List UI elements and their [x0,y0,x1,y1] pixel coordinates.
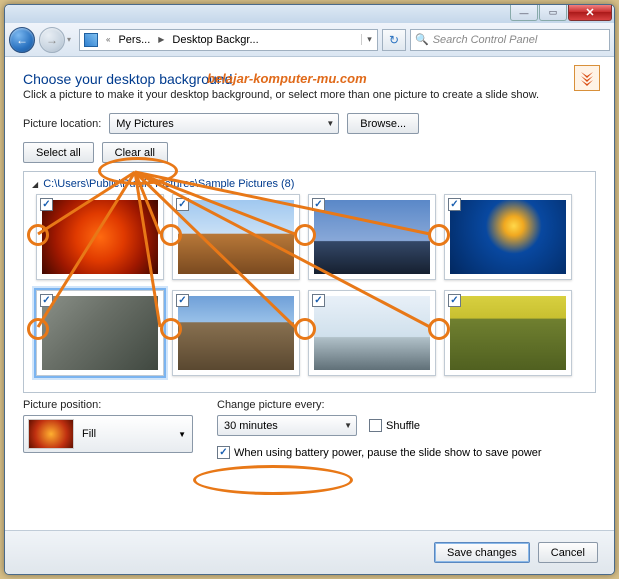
thumbnail-image [314,296,430,370]
nav-forward-button[interactable]: → [39,27,65,53]
chevron-right-icon: ▶ [154,30,168,50]
footer: Save changes Cancel [5,530,614,574]
annotation-ellipse [193,465,353,495]
breadcrumb-2[interactable]: Desktop Backgr... [168,30,262,50]
refresh-button[interactable]: ↻ [382,29,406,51]
minimize-button[interactable]: — [510,5,538,21]
dropdown-arrow-icon: ▼ [178,430,186,439]
address-dropdown-icon[interactable]: ▾ [361,34,377,45]
thumbnail-image [42,296,158,370]
cancel-button[interactable]: Cancel [538,542,598,563]
thumbnail-checkbox[interactable]: ✓ [448,294,461,307]
search-icon: 🔍 [415,33,429,46]
picture-thumbnail-jelly[interactable]: ✓ [444,194,572,280]
nav-back-button[interactable]: ← [9,27,35,53]
arrow-right-icon: → [46,33,58,47]
picture-thumbnail-penguins[interactable]: ✓ [308,290,436,376]
change-interval-dropdown[interactable]: 30 minutes ▼ [217,415,357,436]
annotation-circle [160,318,182,340]
shuffle-label: Shuffle [386,420,420,432]
picture-thumbnail-lighthouse[interactable]: ✓ [308,194,436,280]
thumbnail-checkbox[interactable]: ✓ [448,198,461,211]
picture-thumbnail-desert[interactable]: ✓ [172,194,300,280]
annotation-circle [27,318,49,340]
annotation-circle [294,318,316,340]
save-changes-button[interactable]: Save changes [434,542,530,563]
search-input[interactable]: 🔍 Search Control Panel [410,29,610,51]
picture-position-value: Fill [82,428,96,440]
dropdown-arrow-icon: ▼ [344,421,352,430]
annotation-circle [27,224,49,246]
search-placeholder: Search Control Panel [433,34,538,46]
thumbnail-image [178,200,294,274]
picture-location-value: My Pictures [116,118,173,130]
maximize-button[interactable]: ▭ [539,5,567,21]
location-label: Picture location: [23,118,101,130]
change-every-label: Change picture every: [217,399,596,411]
thumbnail-checkbox[interactable]: ✓ [176,294,189,307]
thumbnail-checkbox[interactable]: ✓ [176,198,189,211]
change-interval-value: 30 minutes [224,420,278,432]
checkbox-icon: ✓ [217,446,230,459]
position-preview-icon [28,419,74,449]
thumbnail-checkbox[interactable]: ✓ [312,294,325,307]
collapse-triangle-icon[interactable]: ◢ [32,180,38,189]
navbar: ← → ▾ « Pers... ▶ Desktop Backgr... ▾ ↻ … [5,23,614,57]
thumbnail-image [42,200,158,274]
thumbnail-checkbox[interactable]: ✓ [40,198,53,211]
picture-position-dropdown[interactable]: Fill ▼ [23,415,193,453]
annotation-circle [294,224,316,246]
annotation-circle [160,224,182,246]
picture-thumbnail-flower[interactable]: ✓ [36,194,164,280]
shuffle-checkbox[interactable]: Shuffle [369,419,420,432]
annotation-ellipse [98,157,178,185]
close-button[interactable]: ✕ [568,5,612,21]
titlebar: — ▭ ✕ [5,5,614,23]
picture-thumbnail-tulips[interactable]: ✓ [444,290,572,376]
select-all-button[interactable]: Select all [23,142,94,163]
thumbnail-image [450,296,566,370]
breadcrumb-1[interactable]: Pers... [114,30,154,50]
thumbnail-checkbox[interactable]: ✓ [40,294,53,307]
battery-label: When using battery power, pause the slid… [234,447,542,459]
battery-checkbox[interactable]: ✓ When using battery power, pause the sl… [217,446,596,459]
content: belajar-komputer-mu.com Choose your desk… [5,57,614,530]
location-icon [84,33,98,47]
thumbnail-image [178,296,294,370]
nav-history-dropdown[interactable]: ▾ [67,35,71,44]
annotation-circle [428,224,450,246]
watermark-text: belajar-komputer-mu.com [207,71,367,86]
browse-button[interactable]: Browse... [347,113,419,134]
thumbnail-image [314,200,430,274]
annotation-circle [428,318,450,340]
checkbox-icon [369,419,382,432]
breadcrumb-prev-icon[interactable]: « [102,30,114,50]
window: — ▭ ✕ ← → ▾ « Pers... ▶ Desktop Backgr..… [4,4,615,575]
thumbnail-image [450,200,566,274]
thumbnail-checkbox[interactable]: ✓ [312,198,325,211]
picture-position-label: Picture position: [23,399,193,411]
refresh-icon: ↻ [389,33,399,47]
watermark-icon [574,65,600,91]
picture-gallery: ◢ C:\Users\Public\Public Pictures\Sample… [23,171,596,393]
dropdown-arrow-icon: ▼ [326,119,334,128]
picture-thumbnail-rocks[interactable]: ✓ [172,290,300,376]
arrow-left-icon: ← [16,33,28,47]
picture-thumbnail-koala[interactable]: ✓ [36,290,164,376]
page-subtext: Click a picture to make it your desktop … [23,89,596,101]
address-bar[interactable]: « Pers... ▶ Desktop Backgr... ▾ [79,29,378,51]
picture-location-dropdown[interactable]: My Pictures ▼ [109,113,339,134]
